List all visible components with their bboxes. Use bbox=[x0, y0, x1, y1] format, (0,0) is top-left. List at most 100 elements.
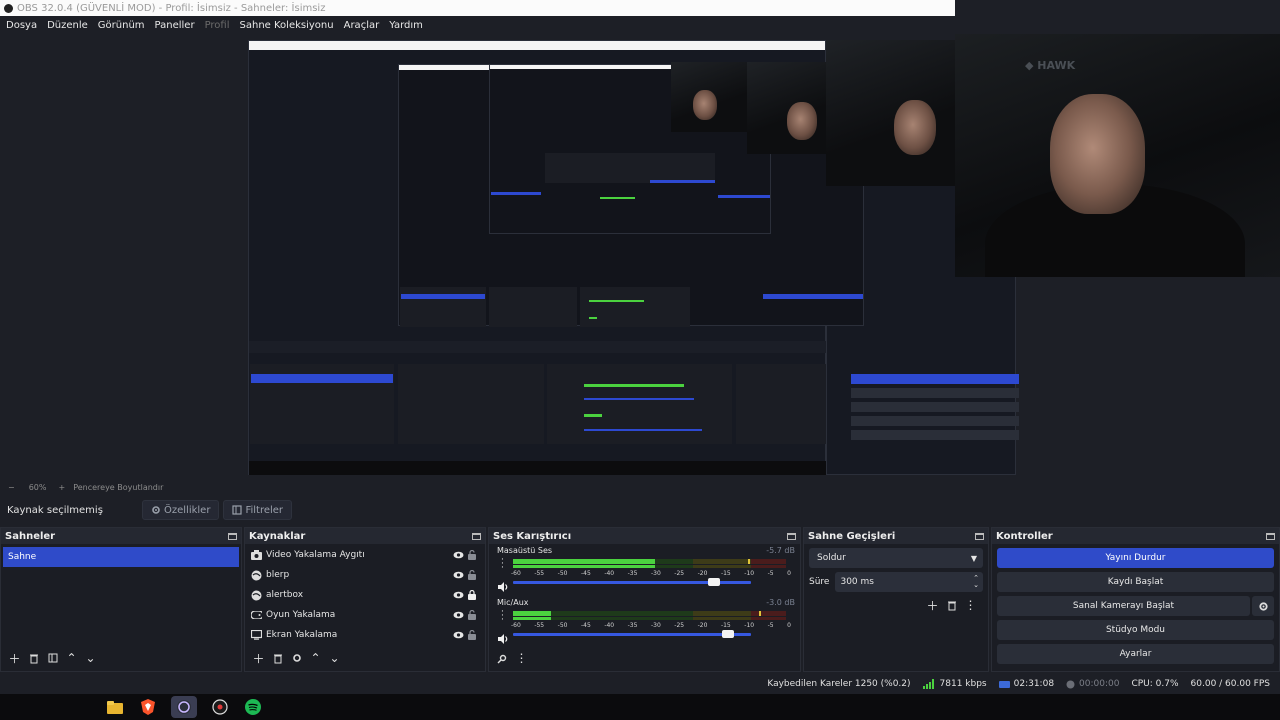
source-row[interactable]: Oyun Yakalama bbox=[245, 605, 485, 625]
source-properties-button[interactable] bbox=[287, 650, 306, 666]
stream-icon bbox=[998, 680, 1010, 688]
start-recording-button[interactable]: Kaydı Başlat bbox=[997, 572, 1274, 592]
stop-streaming-button[interactable]: Yayını Durdur bbox=[997, 548, 1274, 568]
menu-item-düzenle[interactable]: Düzenle bbox=[47, 20, 88, 31]
channel-menu-button[interactable]: · · · bbox=[501, 608, 504, 625]
channel-menu-button[interactable]: · · · bbox=[501, 556, 504, 573]
brave-browser-icon[interactable] bbox=[138, 697, 158, 717]
menu-item-paneller[interactable]: Paneller bbox=[155, 20, 195, 31]
remove-scene-button[interactable] bbox=[24, 650, 43, 666]
preview-canvas[interactable]: ◆ HAWK bbox=[0, 34, 1280, 478]
properties-button[interactable]: Özellikler bbox=[142, 500, 220, 520]
filters-button[interactable]: Filtreler bbox=[223, 500, 293, 520]
file-explorer-icon[interactable] bbox=[105, 697, 125, 717]
meter-tick-label: -50 bbox=[557, 570, 568, 577]
zoom-out-button[interactable]: − bbox=[8, 483, 15, 492]
menu-item-yardım[interactable]: Yardım bbox=[389, 20, 423, 31]
visibility-eye-icon[interactable] bbox=[451, 591, 465, 599]
scene-item[interactable]: Sahne bbox=[3, 547, 239, 567]
signal-strength-icon bbox=[922, 679, 934, 689]
meter-tick-label: -60 bbox=[511, 570, 521, 577]
visibility-eye-icon[interactable] bbox=[451, 551, 465, 559]
add-source-button[interactable]: ＋ bbox=[249, 650, 268, 666]
studio-mode-button[interactable]: Stüdyo Modu bbox=[997, 620, 1274, 640]
level-meter bbox=[513, 611, 786, 616]
virtual-camera-settings-button[interactable] bbox=[1252, 596, 1274, 616]
dropped-frames: Kaybedilen Kareler 1250 (%0.2) bbox=[767, 679, 911, 689]
undock-icon[interactable] bbox=[787, 532, 796, 540]
channel-db: -3.0 dB bbox=[766, 598, 795, 607]
scenes-title: Sahneler bbox=[5, 530, 56, 542]
zoom-in-button[interactable]: + bbox=[58, 483, 65, 492]
fps-counter: 60.00 / 60.00 FPS bbox=[1190, 679, 1270, 689]
transition-menu-button[interactable]: ⋮ bbox=[961, 597, 980, 613]
lock-closed-icon[interactable] bbox=[465, 590, 479, 600]
volume-slider-handle[interactable] bbox=[722, 630, 735, 638]
spin-arrows-icon[interactable]: ⌃ ⌄ bbox=[973, 575, 979, 589]
menu-item-profil[interactable]: Profil bbox=[205, 20, 230, 31]
settings-button[interactable]: Ayarlar bbox=[997, 644, 1274, 664]
meter-fill bbox=[513, 617, 552, 620]
mixer-menu-button[interactable]: ⋮ bbox=[512, 650, 531, 666]
start-virtual-camera-button[interactable]: Sanal Kamerayı Başlat bbox=[997, 596, 1250, 616]
volume-slider[interactable] bbox=[513, 630, 751, 638]
meter-tick-label: -20 bbox=[697, 622, 708, 629]
source-row[interactable]: blerp bbox=[245, 565, 485, 585]
trash-icon bbox=[947, 601, 956, 610]
duration-spinbox[interactable]: 300 ms ⌃ ⌄ bbox=[835, 572, 983, 592]
visibility-eye-icon[interactable] bbox=[451, 631, 465, 639]
mixer-channel: Masaüstü Ses -5.7 dB · · · -60 -55 -50 -45 -40 -35… bbox=[489, 544, 800, 596]
meter-tick-label: -40 bbox=[604, 622, 615, 629]
menu-item-sahne-koleksiyonu[interactable]: Sahne Koleksiyonu bbox=[240, 20, 334, 31]
meter-tick-label: 0 bbox=[787, 570, 791, 577]
remove-source-button[interactable] bbox=[268, 650, 287, 666]
advanced-audio-button[interactable] bbox=[493, 650, 512, 666]
source-row[interactable]: Ekran Yakalama bbox=[245, 625, 485, 645]
source-row[interactable]: Video Yakalama Aygıtı bbox=[245, 545, 485, 565]
meter-tick-label: -25 bbox=[674, 570, 685, 577]
undock-icon[interactable] bbox=[975, 532, 984, 540]
channel-db: -5.7 dB bbox=[766, 546, 795, 555]
undock-icon[interactable] bbox=[472, 532, 481, 540]
transition-select[interactable]: Soldur ▼ bbox=[809, 548, 983, 568]
move-source-down-button[interactable]: ⌄ bbox=[325, 650, 344, 666]
menu-item-görünüm[interactable]: Görünüm bbox=[98, 20, 145, 31]
meter-tick-label: -55 bbox=[534, 622, 545, 629]
move-source-up-button[interactable]: ⌃ bbox=[306, 650, 325, 666]
lock-open-icon[interactable] bbox=[465, 550, 479, 560]
add-scene-button[interactable]: ＋ bbox=[5, 650, 24, 666]
speaker-icon[interactable] bbox=[498, 629, 509, 648]
obs-taskbar-icon[interactable] bbox=[171, 696, 197, 718]
volume-slider-handle[interactable] bbox=[708, 578, 721, 586]
meter-tick-label: -10 bbox=[744, 622, 755, 629]
move-scene-down-button[interactable]: ⌄ bbox=[81, 650, 100, 666]
gamepad-icon bbox=[251, 610, 262, 621]
remove-transition-button[interactable] bbox=[942, 597, 961, 613]
move-scene-up-button[interactable]: ⌃ bbox=[62, 650, 81, 666]
visibility-eye-icon[interactable] bbox=[451, 611, 465, 619]
meter-scale: -60 -55 -50 -45 -40 -35 -30 -25 -20 -15 -10 -5 0 bbox=[511, 570, 791, 577]
menu-item-dosya[interactable]: Dosya bbox=[6, 20, 37, 31]
obs-studio-icon[interactable] bbox=[210, 697, 230, 717]
volume-slider[interactable] bbox=[513, 578, 751, 586]
lock-open-icon[interactable] bbox=[465, 610, 479, 620]
menu-item-araçlar[interactable]: Araçlar bbox=[344, 20, 380, 31]
source-row[interactable]: alertbox bbox=[245, 585, 485, 605]
window-title-bar: OBS 32.0.4 (GÜVENLİ MOD) - Profil: İsims… bbox=[0, 0, 955, 16]
undock-icon[interactable] bbox=[228, 532, 237, 540]
add-transition-button[interactable]: ＋ bbox=[923, 597, 942, 613]
undock-icon[interactable] bbox=[1266, 532, 1275, 540]
window-title: OBS 32.0.4 (GÜVENLİ MOD) - Profil: İsims… bbox=[17, 2, 326, 14]
speaker-icon[interactable] bbox=[498, 577, 509, 596]
no-source-selected-label: Kaynak seçilmemiş bbox=[7, 504, 103, 516]
meter-tick-label: -60 bbox=[511, 622, 521, 629]
bitrate: 7811 kbps bbox=[939, 679, 987, 689]
globe-icon bbox=[251, 590, 262, 601]
lock-open-icon[interactable] bbox=[465, 630, 479, 640]
lock-open-icon[interactable] bbox=[465, 570, 479, 580]
spotify-icon[interactable] bbox=[243, 697, 263, 717]
mixer-channels: Masaüstü Ses -5.7 dB · · · -60 -55 -50 -45 -40 -35… bbox=[489, 544, 800, 648]
fit-to-window-button[interactable]: Pencereye Boyutlandır bbox=[73, 483, 163, 492]
visibility-eye-icon[interactable] bbox=[451, 571, 465, 579]
scene-filters-button[interactable] bbox=[43, 650, 62, 666]
